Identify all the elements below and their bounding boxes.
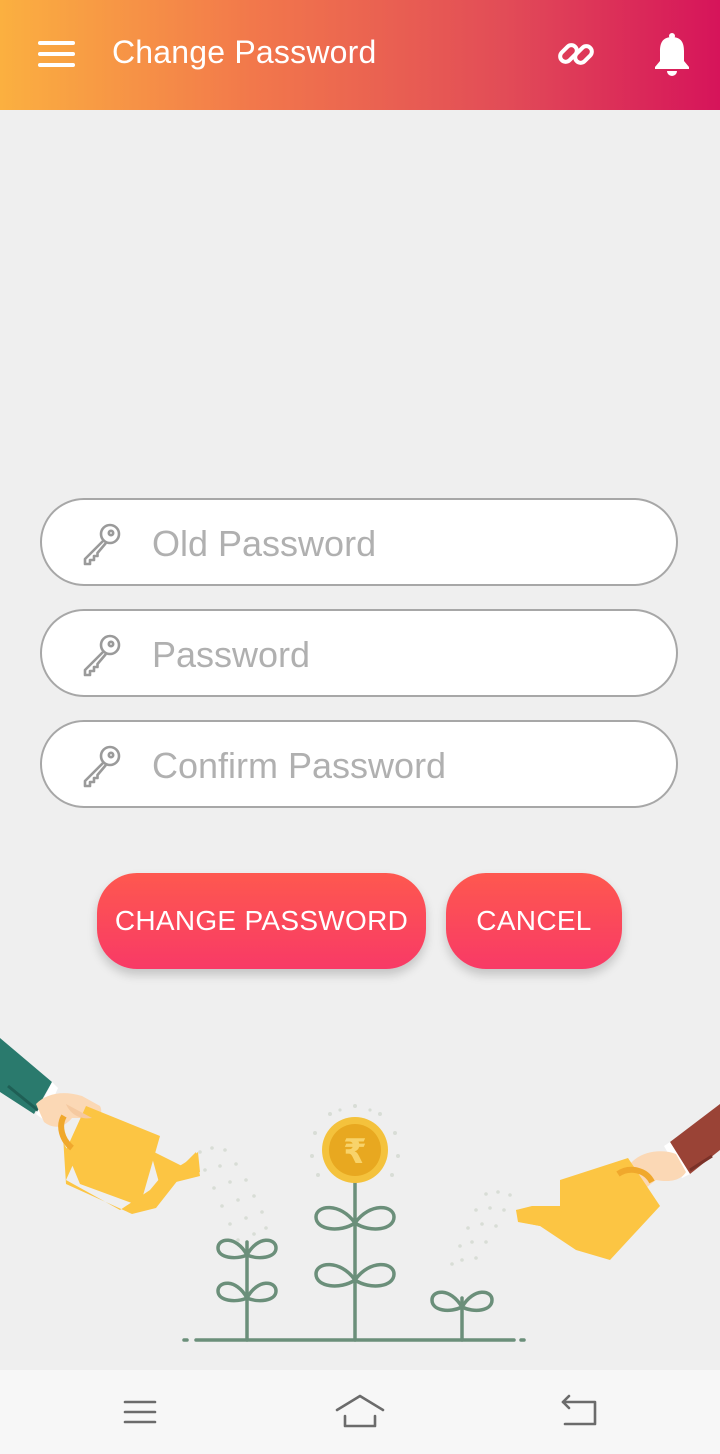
back-icon[interactable] [555,1390,605,1434]
key-icon [83,523,121,566]
bell-icon[interactable] [652,31,692,77]
key-icon [83,634,121,677]
password-field[interactable] [40,609,678,697]
cancel-button[interactable]: CANCEL [446,873,622,969]
home-icon[interactable] [335,1390,385,1434]
plant-growth-illustration: ₹ [0,1038,720,1342]
menu-icon[interactable] [38,39,76,69]
old-password-input[interactable] [150,514,654,574]
password-input[interactable] [150,625,654,685]
right-watering-can [516,1104,720,1260]
rupee-coin-symbol: ₹ [343,1132,367,1172]
key-icon [83,745,121,788]
app-bar: Change Password [0,0,720,110]
link-icon[interactable] [556,34,596,74]
system-nav-bar [0,1370,720,1454]
page-title: Change Password [112,34,377,70]
confirm-password-field[interactable] [40,720,678,808]
left-watering-can [0,1038,200,1214]
confirm-password-input[interactable] [150,736,654,796]
recents-icon[interactable] [115,1390,165,1434]
change-password-button[interactable]: CHANGE PASSWORD [97,873,426,969]
old-password-field[interactable] [40,498,678,586]
